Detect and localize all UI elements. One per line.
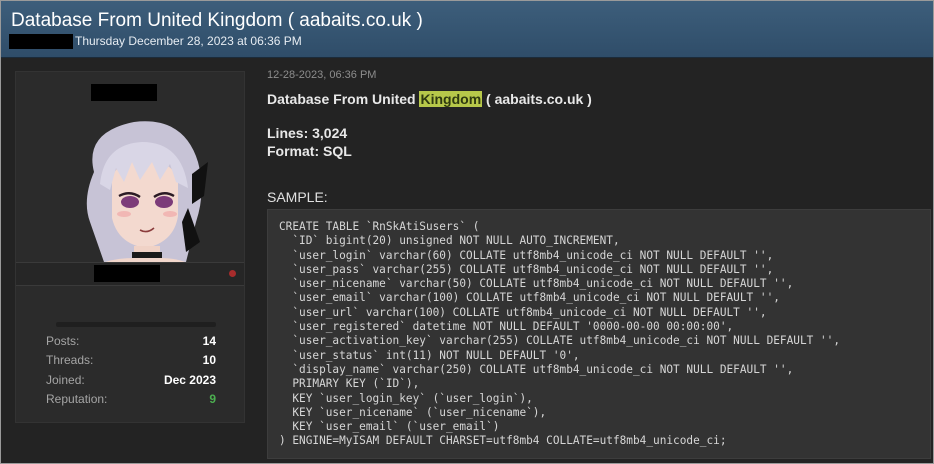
post-lines: Lines: 3,024 (267, 125, 348, 141)
code-line: `user_nicename` varchar(50) COLLATE utf8… (279, 277, 794, 291)
post-title-text: Database From United (267, 91, 420, 107)
code-line: KEY `user_email` (`user_email`) (279, 420, 500, 434)
code-line: ) ENGINE=MyISAM DEFAULT CHARSET=utf8mb4 … (279, 434, 727, 448)
post-title: Database From United Kingdom ( aabaits.c… (267, 91, 592, 107)
post-title-text: ( aabaits.co.uk ) (482, 91, 592, 107)
stat-posts: Posts: 14 (46, 334, 216, 352)
sidebar-divider (56, 322, 216, 327)
search-highlight: Kingdom (419, 91, 483, 107)
code-line: KEY `user_nicename` (`user_nicename`), (279, 405, 547, 419)
stat-joined: Joined: Dec 2023 (46, 373, 216, 391)
code-text[interactable]: CREATE TABLE `RnSkAtiSusers` ( `ID` bigi… (268, 210, 930, 449)
code-line: KEY `user_login_key` (`user_login`), (279, 391, 533, 405)
stat-label: Reputation: (46, 392, 108, 406)
forum-thread-window: Database From United Kingdom ( aabaits.c… (0, 0, 934, 464)
thread-date: Thursday December 28, 2023 at 06:36 PM (75, 34, 302, 48)
code-line: `user_registered` datetime NOT NULL DEFA… (279, 320, 734, 334)
stat-value: 10 (202, 353, 216, 367)
reputation-value[interactable]: 9 (209, 392, 216, 406)
anime-avatar-icon[interactable] (74, 112, 210, 282)
stat-reputation: Reputation: 9 (46, 392, 216, 410)
code-line: CREATE TABLE `RnSkAtiSusers` ( (279, 220, 480, 233)
code-line: PRIMARY KEY (`ID`), (279, 377, 420, 391)
post-format: Format: SQL (267, 143, 352, 159)
sample-label: SAMPLE: (267, 189, 328, 205)
redacted-username-bar (94, 265, 160, 282)
code-line: `user_status` int(11) NOT NULL DEFAULT '… (279, 348, 580, 362)
stat-threads: Threads: 10 (46, 353, 216, 371)
stat-label: Posts: (46, 334, 80, 348)
code-line: `user_url` varchar(100) COLLATE utf8mb4_… (279, 305, 767, 319)
code-line: `user_login` varchar(60) COLLATE utf8mb4… (279, 248, 774, 262)
stat-value: Dec 2023 (163, 373, 216, 387)
stat-label: Joined: (46, 373, 85, 387)
code-line: `user_pass` varchar(255) COLLATE utf8mb4… (279, 262, 774, 276)
redacted-username (9, 34, 73, 49)
code-line: `user_email` varchar(100) COLLATE utf8mb… (279, 291, 780, 305)
offline-status-icon (229, 270, 236, 277)
post-date: 12-28-2023, 06:36 PM (267, 69, 377, 81)
redacted-username-top (91, 84, 157, 101)
stat-label: Threads: (46, 353, 94, 367)
stat-value: 14 (202, 334, 216, 348)
user-status-bar (16, 262, 244, 286)
code-line: `ID` bigint(20) unsigned NOT NULL AUTO_I… (279, 234, 620, 248)
thread-header: Database From United Kingdom ( aabaits.c… (1, 1, 933, 58)
thread-title: Database From United Kingdom ( aabaits.c… (11, 10, 423, 31)
code-block[interactable]: CREATE TABLE `RnSkAtiSusers` ( `ID` bigi… (267, 209, 931, 459)
user-sidebar: Posts: 14 Threads: 10 Joined: Dec 2023 R… (15, 71, 245, 423)
code-line: `user_activation_key` varchar(255) COLLA… (279, 334, 841, 348)
code-line: `display_name` varchar(250) COLLATE utf8… (279, 362, 794, 376)
